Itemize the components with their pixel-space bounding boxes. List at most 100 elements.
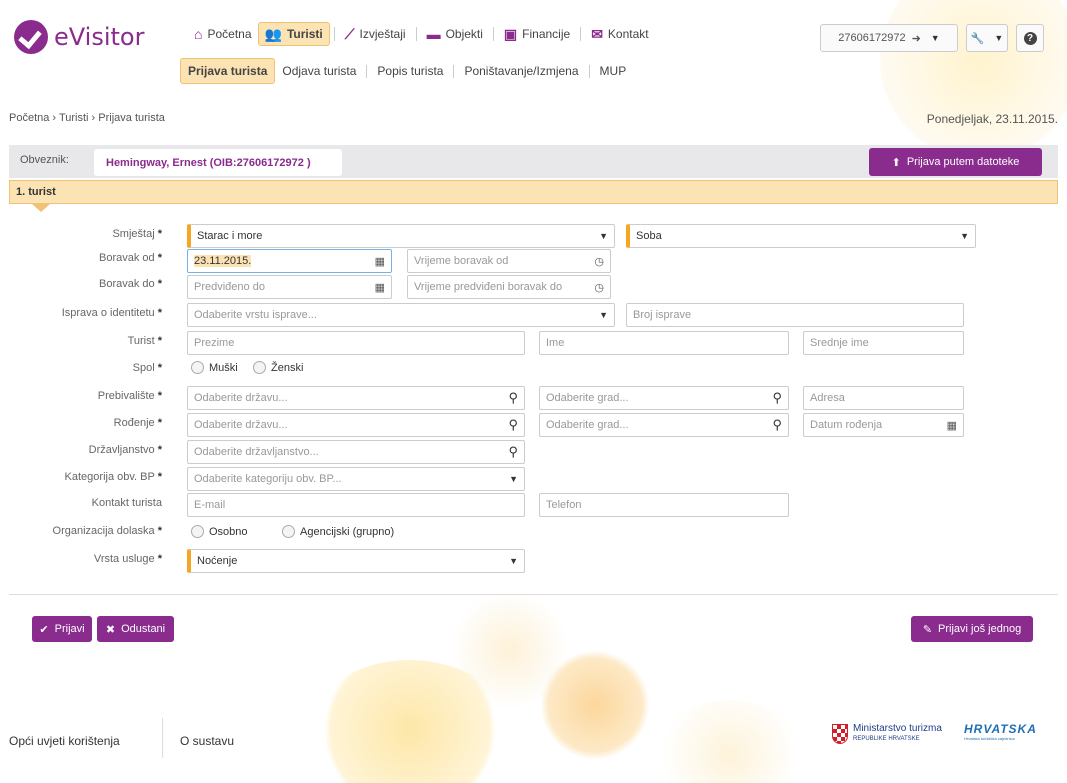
upload-icon: ⬆ <box>891 156 901 169</box>
user-id: 27606172972 <box>838 32 906 44</box>
kategorija-label: Kategorija obv. BP * <box>64 471 162 483</box>
nav-objekti[interactable]: ▬ Objekti <box>421 23 489 45</box>
org-osobno-radio[interactable]: Osobno <box>191 525 248 538</box>
tools-menu-button[interactable]: 🔧 ▼ <box>966 24 1008 52</box>
money-icon: ▣ <box>503 26 518 42</box>
nav-turisti[interactable]: 👥 Turisti <box>257 22 330 46</box>
brand-name: HRVATSKA <box>964 722 1037 736</box>
spol-muski-radio[interactable]: Muški <box>191 361 238 374</box>
about-link[interactable]: O sustavu <box>180 734 234 748</box>
org-agencijski-radio[interactable]: Agencijski (grupno) <box>282 525 394 538</box>
bed-icon: ▬ <box>426 26 441 42</box>
nav-financije[interactable]: ▣ Financije <box>498 23 576 45</box>
usluga-select[interactable]: Noćenje ▼ <box>187 549 525 573</box>
section-arrow <box>32 204 50 212</box>
radio-circle-icon <box>191 525 204 538</box>
obveznik-label: Obveznik: <box>20 154 69 166</box>
cancel-button[interactable]: ✖ Odustani <box>97 616 174 642</box>
breadcrumb-current: Prijava turista <box>98 112 165 124</box>
boravak-do-input[interactable]: Predviđeno do ▦ <box>187 275 392 299</box>
help-icon: ? <box>1023 31 1037 45</box>
check-icon: ✔ <box>39 623 49 636</box>
register-another-button[interactable]: ✎ Prijavi još jednog <box>911 616 1033 642</box>
calendar-icon[interactable]: ▦ <box>375 281 385 294</box>
clock-icon[interactable]: ◷ <box>594 255 604 268</box>
breadcrumb: Početna › Turisti › Prijava turista <box>9 112 165 124</box>
chevron-down-icon: ▼ <box>509 556 518 566</box>
subnav-ponistavanje[interactable]: Poništavanje/Izmjena <box>457 59 585 83</box>
radio-circle-icon <box>282 525 295 538</box>
ministry-logo[interactable]: Ministarstvo turizma REPUBLIKE HRVATSKE <box>832 724 942 744</box>
boravak-od-label: Boravak od * <box>99 252 162 264</box>
submit-button[interactable]: ✔ Prijavi <box>32 616 92 642</box>
subnav-mup[interactable]: MUP <box>593 59 634 83</box>
middle-name-input[interactable]: Srednje ime <box>803 331 964 355</box>
phone-input[interactable]: Telefon <box>539 493 789 517</box>
search-icon[interactable]: ⚲ <box>508 417 518 433</box>
organizacija-label: Organizacija dolaska * <box>52 525 162 537</box>
name-input[interactable]: Ime <box>539 331 789 355</box>
nav-pocetna[interactable]: ⌂ Početna <box>188 23 258 45</box>
search-icon[interactable]: ⚲ <box>772 390 782 406</box>
rodenje-city-input[interactable]: Odaberite grad... ⚲ <box>539 413 789 437</box>
evisitor-logo[interactable]: eVisitor <box>14 20 144 54</box>
isprava-number-input[interactable]: Broj isprave <box>626 303 964 327</box>
breadcrumb-turisti[interactable]: Turisti <box>59 112 89 124</box>
drzavljanstvo-input[interactable]: Odaberite državljanstvo... ⚲ <box>187 440 525 464</box>
subnav-prijava[interactable]: Prijava turista <box>180 58 276 84</box>
envelope-icon: ✉ <box>591 26 603 42</box>
brand-sub: Hrvatska turistička zajednica <box>964 736 1015 741</box>
address-input[interactable]: Adresa <box>803 386 964 410</box>
rodenje-country-input[interactable]: Odaberite državu... ⚲ <box>187 413 525 437</box>
kontakt-label: Kontakt turista <box>91 497 162 509</box>
isprava-select[interactable]: Odaberite vrstu isprave... ▼ <box>187 303 615 327</box>
help-button[interactable]: ? <box>1016 24 1044 52</box>
terms-link[interactable]: Opći uvjeti korištenja <box>9 734 120 748</box>
kategorija-select[interactable]: Odaberite kategoriju obv. BP... ▼ <box>187 467 525 491</box>
ministry-sub: REPUBLIKE HRVATSKE <box>853 736 920 742</box>
user-menu-button[interactable]: 27606172972 ➜ ▼ <box>820 24 958 52</box>
nav-kontakt[interactable]: ✉ Kontakt <box>585 23 654 45</box>
search-icon[interactable]: ⚲ <box>508 444 518 460</box>
subnav-odjava[interactable]: Odjava turista <box>275 59 363 83</box>
smjestaj-select[interactable]: Starac i more ▼ <box>187 224 615 248</box>
email-input[interactable]: E-mail <box>187 493 525 517</box>
calendar-icon[interactable]: ▦ <box>375 255 385 268</box>
clock-icon[interactable]: ◷ <box>594 281 604 294</box>
chevron-down-icon: ▼ <box>599 310 608 320</box>
boravak-od-time-input[interactable]: Vrijeme boravak od ◷ <box>407 249 611 273</box>
radio-circle-icon <box>191 361 204 374</box>
breadcrumb-pocetna[interactable]: Početna <box>9 112 49 124</box>
subnav-popis[interactable]: Popis turista <box>370 59 450 83</box>
search-icon[interactable]: ⚲ <box>772 417 782 433</box>
drzavljanstvo-label: Državljanstvo * <box>88 444 162 456</box>
section-title: 1. turist <box>9 180 1058 204</box>
surname-input[interactable]: Prezime <box>187 331 525 355</box>
chevron-down-icon: ▼ <box>930 33 940 43</box>
sub-nav: Prijava turista Odjava turista Popis tur… <box>180 58 633 84</box>
nav-izvjestaji[interactable]: ⟋ Izvještaji <box>339 23 412 45</box>
spol-zenski-radio[interactable]: Ženski <box>253 361 303 374</box>
hrvatska-logo[interactable]: HRVATSKA Hrvatska turistička zajednica <box>964 722 1050 741</box>
prebivaliste-label: Prebivalište * <box>97 390 162 402</box>
chevron-down-icon: ▼ <box>599 231 608 241</box>
smjestaj-label: Smještaj * <box>112 228 162 240</box>
prebivaliste-country-input[interactable]: Odaberite državu... ⚲ <box>187 386 525 410</box>
ministry-name: Ministarstvo turizma <box>853 723 942 734</box>
search-icon[interactable]: ⚲ <box>508 390 518 406</box>
prebivaliste-city-input[interactable]: Odaberite grad... ⚲ <box>539 386 789 410</box>
rodenje-label: Rođenje * <box>113 417 162 429</box>
boravak-do-label: Boravak do * <box>99 278 162 290</box>
pencil-icon: ✎ <box>922 623 933 636</box>
boravak-od-input[interactable]: 23.11.2015. ▦ <box>187 249 392 273</box>
upload-file-button[interactable]: ⬆ Prijava putem datoteke <box>869 148 1042 176</box>
main-nav: ⌂ Početna 👥 Turisti ⟋ Izvještaji ▬ Objekti ▣… <box>188 22 655 46</box>
divider <box>9 594 1058 595</box>
chart-icon: ⟋ <box>344 26 355 42</box>
obveznik-value: Hemingway, Ernest (OIB:27606172972 ) <box>94 149 342 176</box>
birth-date-input[interactable]: Datum rođenja ▦ <box>803 413 964 437</box>
boravak-do-time-input[interactable]: Vrijeme predviđeni boravak do ◷ <box>407 275 611 299</box>
unit-select[interactable]: Soba ▼ <box>626 224 976 248</box>
calendar-icon[interactable]: ▦ <box>947 419 957 432</box>
current-date: Ponedjeljak, 23.11.2015. <box>926 112 1058 126</box>
